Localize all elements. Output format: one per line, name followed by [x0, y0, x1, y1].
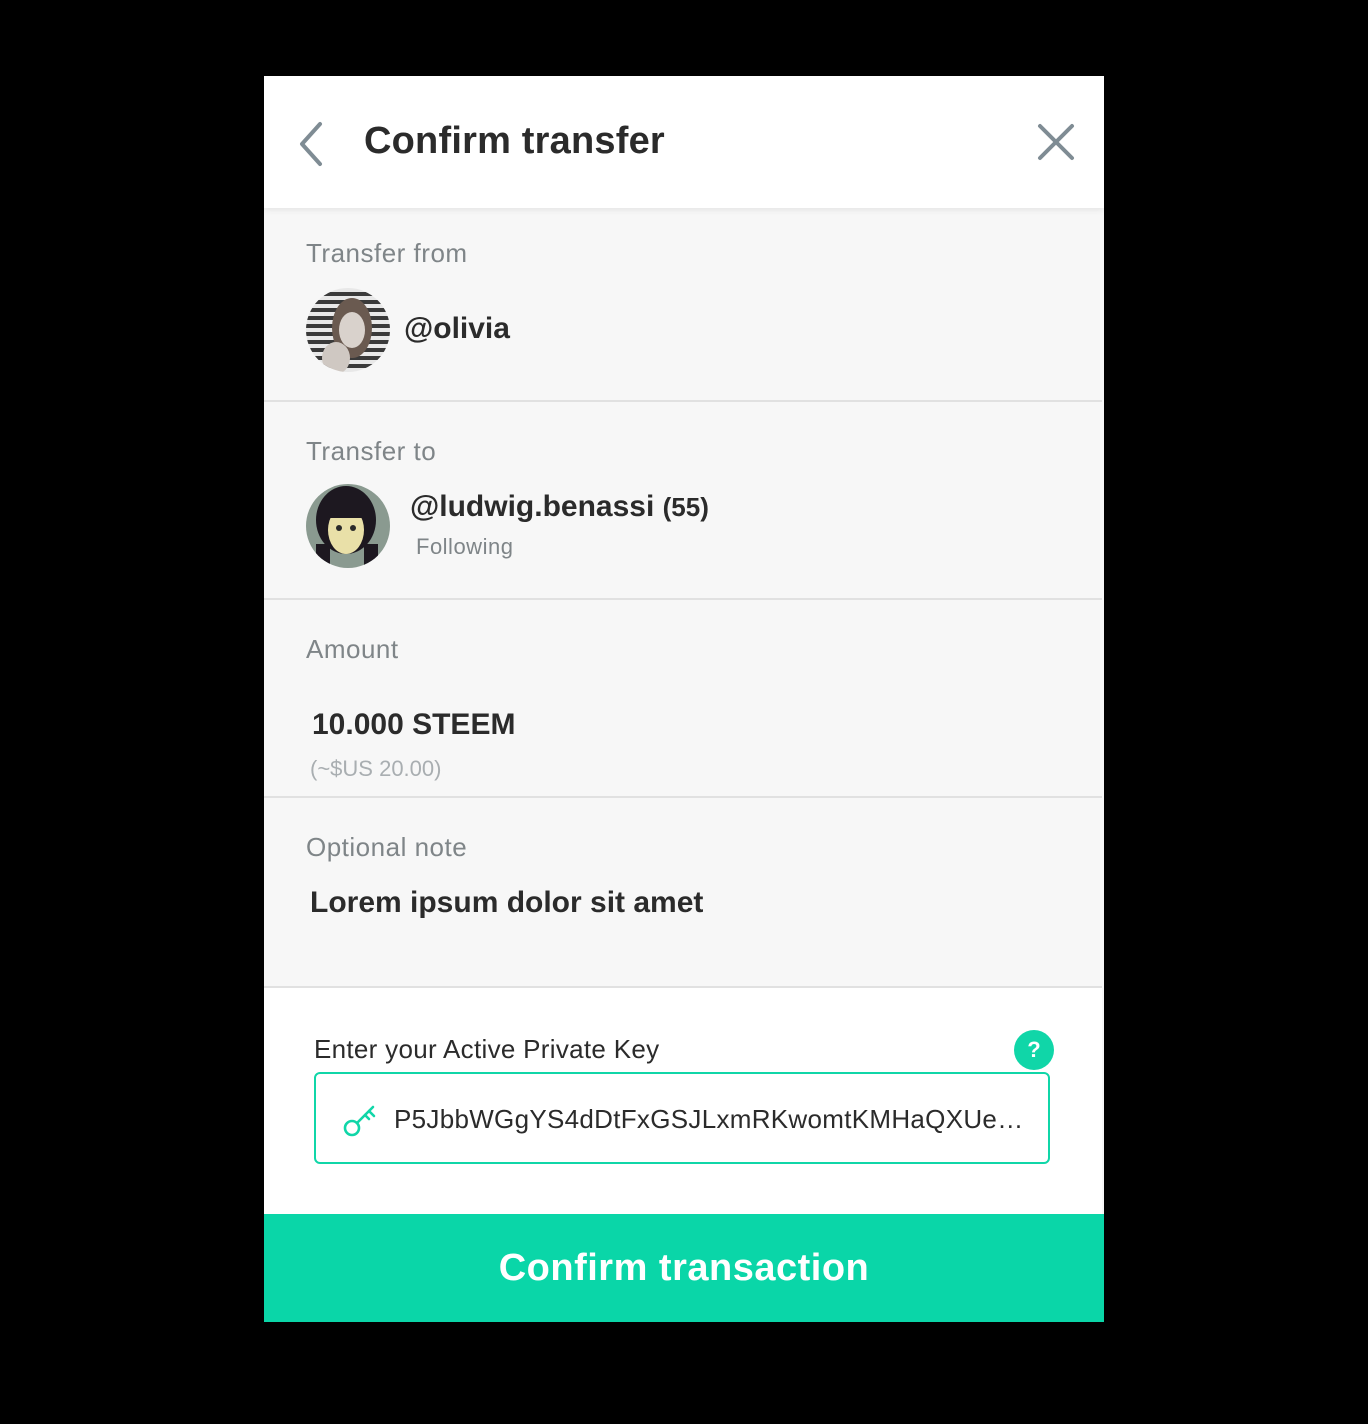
amount-label: Amount [306, 634, 399, 664]
page-title: Confirm transfer [364, 120, 665, 162]
private-key-input[interactable]: P5JbbWGgYS4dDtFxGSJLxmRKwomtKMHaQXUeYfLQ [314, 1072, 1050, 1164]
amount-value: 10.000 STEEM [312, 708, 516, 741]
sender-username[interactable]: @olivia [404, 312, 510, 346]
close-icon [1038, 124, 1074, 160]
following-status: Following [416, 534, 514, 559]
note-label: Optional note [306, 832, 468, 862]
confirm-transfer-modal: Confirm transfer Transfer from @olivia T… [264, 76, 1104, 1322]
help-icon[interactable]: ? [1014, 1030, 1054, 1070]
avatar [306, 484, 390, 568]
private-key-section: Enter your Active Private Key ? P5JbbWGg… [264, 988, 1102, 1214]
recipient-username-line[interactable]: @ludwig.benassi (55) [410, 490, 709, 524]
transfer-to-label: Transfer to [306, 436, 437, 466]
close-button[interactable] [1036, 122, 1076, 162]
key-icon [343, 1105, 376, 1137]
chevron-left-icon [300, 122, 322, 166]
amount-section: Amount 10.000 STEEM (~$US 20.00) [264, 600, 1102, 798]
note-section: Optional note Lorem ipsum dolor sit amet [264, 798, 1102, 988]
avatar [306, 288, 390, 372]
private-key-value[interactable]: P5JbbWGgYS4dDtFxGSJLxmRKwomtKMHaQXUeYfLQ [394, 1104, 1034, 1135]
transfer-from-label: Transfer from [306, 238, 468, 268]
recipient-username[interactable]: @ludwig.benassi [410, 490, 654, 523]
amount-usd: (~$US 20.00) [310, 756, 442, 781]
transfer-from-section: Transfer from @olivia [264, 208, 1102, 402]
reputation-badge: (55) [662, 492, 709, 522]
modal-header: Confirm transfer [264, 76, 1104, 208]
private-key-label: Enter your Active Private Key [314, 1034, 660, 1064]
back-button[interactable] [294, 120, 334, 168]
transfer-to-section: Transfer to @ludwig.benassi (55) Followi… [264, 402, 1102, 600]
confirm-transaction-button[interactable]: Confirm transaction [264, 1214, 1104, 1322]
note-value: Lorem ipsum dolor sit amet [310, 886, 704, 919]
